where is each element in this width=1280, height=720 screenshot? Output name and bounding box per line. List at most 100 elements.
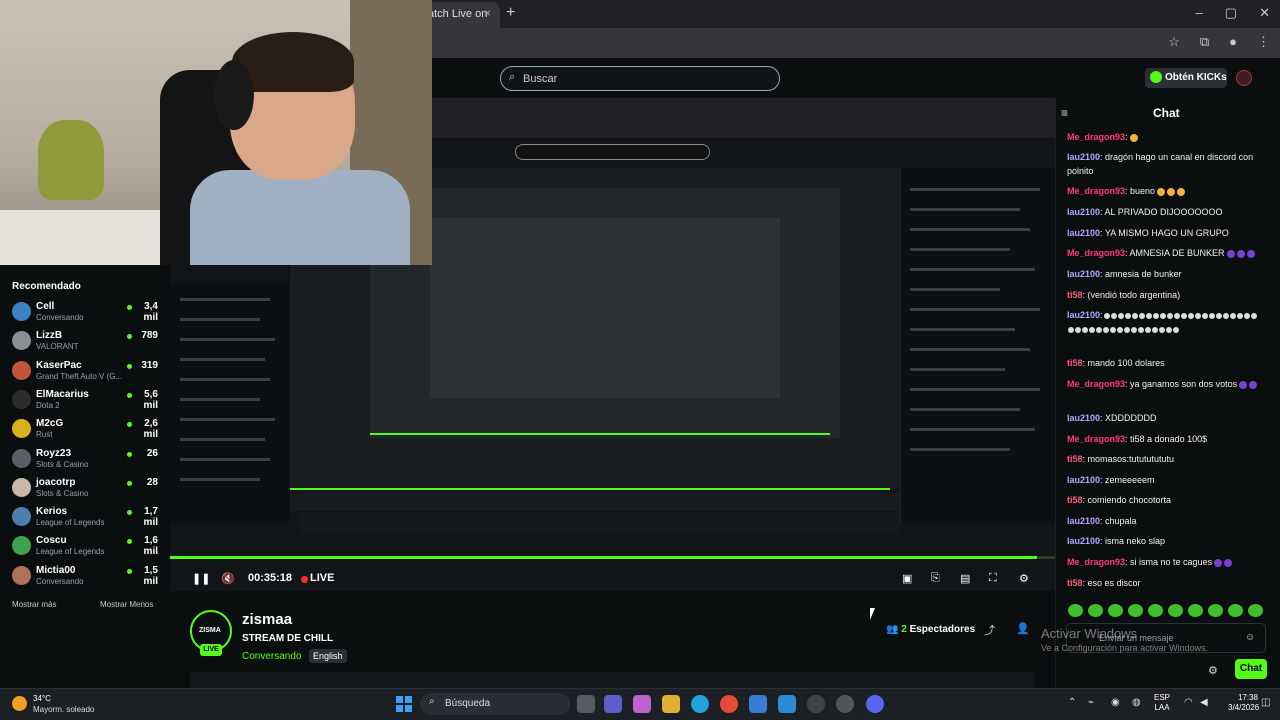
chat-username[interactable]: lau2100 (1067, 152, 1100, 162)
maximize-button[interactable]: ▢ (1225, 5, 1237, 21)
close-window-button[interactable]: ✕ (1259, 5, 1270, 21)
quick-emote-icon[interactable] (1148, 604, 1163, 617)
emote-icon (1224, 558, 1233, 567)
teams-icon[interactable] (604, 695, 622, 713)
tray-network-icon[interactable]: ⌁ (1088, 697, 1094, 708)
edge-icon[interactable] (691, 695, 709, 713)
stream-category[interactable]: Conversando (242, 651, 301, 662)
task-view-icon[interactable] (577, 695, 595, 713)
mute-button[interactable]: 🔇 (221, 572, 235, 585)
chrome-icon[interactable] (720, 695, 738, 713)
sidebar-channel[interactable]: ElMacarius Dota 2 5,6 mil (12, 389, 162, 413)
chat-username[interactable]: lau2100 (1067, 516, 1100, 526)
chat-username[interactable]: lau2100 (1067, 207, 1100, 217)
sidebar-channel[interactable]: Kerios League of Legends 1,7 mil (12, 506, 162, 530)
chat-username[interactable]: Me_dragon93 (1067, 434, 1125, 444)
show-more-button[interactable]: Mostrar más (12, 600, 56, 609)
nested-sidebar-line (180, 438, 265, 441)
sidebar-channel[interactable]: M2cG Rust 2,6 mil (12, 418, 162, 442)
quick-emote-icon[interactable] (1068, 604, 1083, 617)
sidebar-channel[interactable]: Royz23 Slots & Casino 26 (12, 448, 162, 472)
new-tab-button[interactable]: + (506, 4, 515, 22)
keyboard-language[interactable]: ESP LAA (1154, 693, 1170, 713)
sidebar-channel[interactable]: Cell Conversando 3,4 mil (12, 301, 162, 325)
quick-emote-icon[interactable] (1108, 604, 1123, 617)
quick-emote-icon[interactable] (1088, 604, 1103, 617)
vscode-icon[interactable] (778, 695, 796, 713)
streamer-name[interactable]: zismaa (242, 611, 292, 628)
tray-chevron-icon[interactable]: ⌃ (1068, 697, 1076, 708)
chat-username[interactable]: Me_dragon93 (1067, 557, 1125, 567)
chat-username[interactable]: ti58 (1067, 358, 1083, 368)
profile-icon[interactable]: ● (1229, 34, 1237, 50)
chat-username[interactable]: ti58 (1067, 495, 1083, 505)
quick-emote-icon[interactable] (1188, 604, 1203, 617)
app-icon[interactable] (836, 695, 854, 713)
windows-start-icon[interactable] (396, 696, 412, 712)
taskbar-search[interactable]: ⌕ Búsqueda (420, 693, 570, 715)
sidebar-channel[interactable]: Mictia00 Conversando 1,5 mil (12, 565, 162, 589)
chat-username[interactable]: lau2100 (1067, 536, 1100, 546)
chat-username[interactable]: lau2100 (1067, 413, 1100, 423)
language-tag[interactable]: English (309, 649, 347, 663)
sidebar-channel[interactable]: joacotrp Slots & Casino 28 (12, 477, 162, 501)
sidebar-channel[interactable]: KaserPac Grand Theft Auto V (G... 319 (12, 360, 162, 384)
show-less-button[interactable]: Mostrar Menos (100, 600, 153, 609)
emote-icon (1167, 187, 1176, 196)
quick-emote-icon[interactable] (1168, 604, 1183, 617)
chat-username[interactable]: Me_dragon93 (1067, 132, 1125, 142)
bookmark-star-icon[interactable]: ☆ (1168, 34, 1180, 50)
copilot-icon[interactable] (633, 695, 651, 713)
chat-username[interactable]: lau2100 (1067, 269, 1100, 279)
emote-icon (1089, 326, 1095, 333)
volume-icon[interactable]: ◀ (1200, 697, 1208, 708)
menu-icon[interactable]: ⋮ (1257, 34, 1270, 50)
tab-close-icon[interactable]: × (484, 6, 491, 20)
sidebar-channel[interactable]: Coscu League of Legends 1,6 mil (12, 535, 162, 559)
emoji-icon[interactable]: ☺ (1245, 632, 1255, 643)
quick-emote-icon[interactable] (1128, 604, 1143, 617)
discord-icon[interactable] (866, 695, 884, 713)
store-icon[interactable] (749, 695, 767, 713)
chat-username[interactable]: Me_dragon93 (1067, 248, 1125, 258)
tray-app2-icon[interactable]: ◍ (1132, 697, 1141, 708)
media-player-icon[interactable] (807, 695, 825, 713)
file-explorer-icon[interactable] (662, 695, 680, 713)
taskbar-search-label: Búsqueda (445, 698, 491, 709)
minimize-button[interactable]: – (1196, 5, 1203, 21)
chat-send-button[interactable]: Chat (1235, 659, 1267, 679)
chat-username[interactable]: ti58 (1067, 578, 1083, 588)
follow-icon[interactable]: 👤 (1016, 622, 1030, 635)
quick-emote-icon[interactable] (1208, 604, 1223, 617)
chat-username[interactable]: lau2100 (1067, 475, 1100, 485)
user-avatar[interactable] (1236, 70, 1252, 86)
tray-app-icon[interactable]: ◉ (1111, 697, 1120, 708)
sidebar-channel[interactable]: LizzB VALORANT 789 (12, 330, 162, 354)
get-kicks-button[interactable]: Obtén KICKs (1145, 68, 1227, 88)
weather-sun-icon[interactable] (12, 696, 27, 711)
search-input[interactable]: ⌕ Buscar (500, 66, 780, 91)
chat-settings-icon[interactable]: ⚙ (1208, 664, 1218, 677)
quick-emote-icon[interactable] (1228, 604, 1243, 617)
collapse-chat-icon[interactable]: ≡ (1061, 106, 1068, 120)
chat-username[interactable]: Me_dragon93 (1067, 379, 1125, 389)
search-placeholder: Buscar (523, 73, 558, 85)
wifi-icon[interactable]: ◠ (1184, 697, 1193, 708)
extensions-icon[interactable]: ⧉ (1200, 34, 1209, 50)
theater-mode-icon[interactable]: ▣ (902, 572, 912, 585)
clock[interactable]: 17:38 3/4/2026 (1228, 693, 1259, 713)
share-icon[interactable]: ⤴ (984, 622, 995, 638)
chat-username[interactable]: lau2100 (1067, 310, 1100, 320)
settings-gear-icon[interactable]: ⚙ (1019, 572, 1029, 585)
chat-username[interactable]: lau2100 (1067, 228, 1100, 238)
fullscreen-icon[interactable]: ⛶ (989, 572, 997, 585)
pip-icon[interactable]: ▤ (960, 572, 970, 585)
notifications-icon[interactable]: ◫ (1261, 697, 1270, 708)
channel-viewers: 28 (146, 476, 158, 488)
chat-username[interactable]: Me_dragon93 (1067, 186, 1125, 196)
quick-emote-icon[interactable] (1248, 604, 1263, 617)
chat-username[interactable]: ti58 (1067, 454, 1083, 464)
pause-button[interactable]: ❚❚ (192, 572, 210, 585)
chat-username[interactable]: ti58 (1067, 290, 1083, 300)
clip-icon[interactable]: ⎘ (931, 572, 940, 585)
